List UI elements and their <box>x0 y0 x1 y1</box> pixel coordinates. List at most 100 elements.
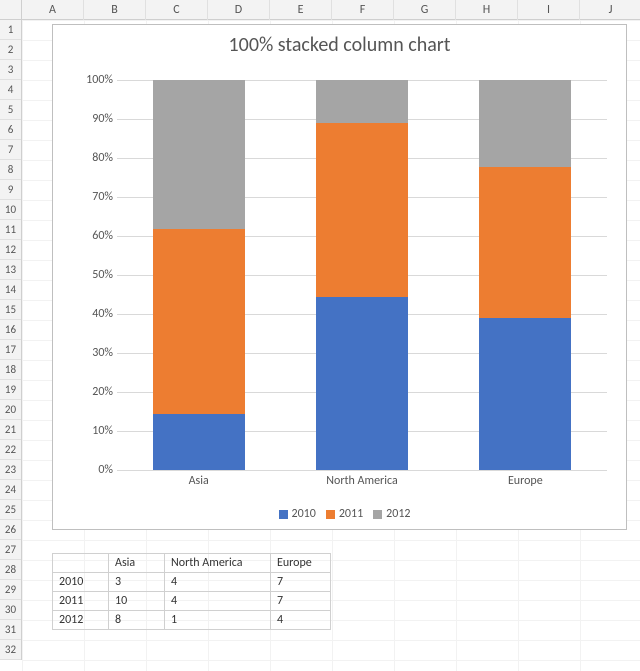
select-all-corner[interactable] <box>0 0 22 20</box>
table-header-cell[interactable]: Europe <box>271 554 331 573</box>
row-header[interactable]: 5 <box>0 100 21 120</box>
cell-grid[interactable]: 100% stacked column chart 0%10%20%30%40%… <box>22 20 640 671</box>
x-tick-label: North America <box>280 474 443 488</box>
row-header[interactable]: 28 <box>0 560 21 580</box>
row-header[interactable]: 25 <box>0 500 21 520</box>
table-row: 2011 10 4 7 <box>53 592 331 611</box>
col-header[interactable]: J <box>580 0 640 20</box>
row-header[interactable]: 12 <box>0 240 21 260</box>
row-header[interactable]: 17 <box>0 340 21 360</box>
legend-swatch <box>279 510 288 519</box>
table-row: 2010 3 4 7 <box>53 573 331 592</box>
bar-segment-2011[interactable] <box>479 167 571 319</box>
col-header[interactable]: A <box>22 0 84 20</box>
row-header[interactable]: 31 <box>0 620 21 640</box>
row-header[interactable]: 6 <box>0 120 21 140</box>
col-header[interactable]: H <box>456 0 518 20</box>
cell[interactable]: 7 <box>271 573 331 592</box>
y-tick-label: 20% <box>69 385 113 399</box>
legend-swatch <box>373 510 382 519</box>
table-header-cell[interactable]: Asia <box>109 554 165 573</box>
bar-segment-2011[interactable] <box>316 123 408 296</box>
cell[interactable]: 2012 <box>53 611 109 630</box>
legend-label[interactable]: 2010 <box>292 507 316 521</box>
col-header[interactable]: E <box>270 0 332 20</box>
bar-segment-2012[interactable] <box>479 80 571 167</box>
legend[interactable]: 2010 2011 2012 <box>53 507 626 521</box>
table-header-row: Asia North America Europe <box>53 554 331 573</box>
row-header[interactable]: 15 <box>0 300 21 320</box>
col-header[interactable]: C <box>146 0 208 20</box>
plot-area: 0%10%20%30%40%50%60%70%80%90%100% <box>117 80 607 470</box>
row-header[interactable]: 23 <box>0 460 21 480</box>
y-tick-label: 40% <box>69 307 113 321</box>
row-header[interactable]: 7 <box>0 140 21 160</box>
cell[interactable]: 2010 <box>53 573 109 592</box>
row-headers: 1234567891011121314151617181920212223242… <box>0 20 22 660</box>
row-header[interactable]: 3 <box>0 60 21 80</box>
stacked-bar[interactable] <box>153 80 245 470</box>
spreadsheet: A B C D E F G H I J 12345678910111213141… <box>0 0 640 671</box>
legend-label[interactable]: 2012 <box>386 507 410 521</box>
cell[interactable]: 4 <box>165 592 271 611</box>
row-header[interactable]: 14 <box>0 280 21 300</box>
row-header[interactable]: 8 <box>0 160 21 180</box>
cell[interactable]: 7 <box>271 592 331 611</box>
bar-segment-2010[interactable] <box>316 297 408 470</box>
chart-object[interactable]: 100% stacked column chart 0%10%20%30%40%… <box>52 24 627 530</box>
row-header[interactable]: 30 <box>0 600 21 620</box>
table-header-cell[interactable]: North America <box>165 554 271 573</box>
row-header[interactable]: 27 <box>0 540 21 560</box>
column-headers: A B C D E F G H I J <box>0 0 640 20</box>
cell[interactable]: 3 <box>109 573 165 592</box>
col-header[interactable]: B <box>84 0 146 20</box>
row-header[interactable]: 21 <box>0 420 21 440</box>
row-header[interactable]: 16 <box>0 320 21 340</box>
cell[interactable]: 1 <box>165 611 271 630</box>
row-header[interactable]: 11 <box>0 220 21 240</box>
cell[interactable]: 10 <box>109 592 165 611</box>
stacked-bar[interactable] <box>316 80 408 470</box>
source-data-table[interactable]: Asia North America Europe 2010 3 4 7 201… <box>52 553 331 630</box>
row-header[interactable]: 1 <box>0 20 21 40</box>
row-header[interactable]: 32 <box>0 640 21 660</box>
row-header[interactable]: 29 <box>0 580 21 600</box>
bar-segment-2010[interactable] <box>479 318 571 470</box>
cell[interactable]: 2011 <box>53 592 109 611</box>
row-header[interactable]: 22 <box>0 440 21 460</box>
bar-segment-2010[interactable] <box>153 414 245 470</box>
row-header[interactable]: 26 <box>0 520 21 540</box>
cell[interactable]: 8 <box>109 611 165 630</box>
bar-segment-2012[interactable] <box>316 80 408 123</box>
y-tick-label: 90% <box>69 112 113 126</box>
y-tick-label: 80% <box>69 151 113 165</box>
x-tick-label: Asia <box>117 474 280 488</box>
row-header[interactable]: 4 <box>0 80 21 100</box>
bar-slot <box>117 80 280 470</box>
y-tick-label: 0% <box>69 463 113 477</box>
col-header[interactable]: G <box>394 0 456 20</box>
row-header[interactable]: 24 <box>0 480 21 500</box>
legend-label[interactable]: 2011 <box>339 507 363 521</box>
row-header[interactable]: 2 <box>0 40 21 60</box>
cell[interactable]: 4 <box>271 611 331 630</box>
row-header[interactable]: 13 <box>0 260 21 280</box>
stacked-bar[interactable] <box>479 80 571 470</box>
cell[interactable]: 4 <box>165 573 271 592</box>
bar-slot <box>280 80 443 470</box>
col-header[interactable]: D <box>208 0 270 20</box>
y-tick-label: 70% <box>69 190 113 204</box>
row-header[interactable]: 18 <box>0 360 21 380</box>
chart-title[interactable]: 100% stacked column chart <box>53 33 626 57</box>
row-header[interactable]: 20 <box>0 400 21 420</box>
col-header[interactable]: F <box>332 0 394 20</box>
bar-segment-2011[interactable] <box>153 229 245 415</box>
row-header[interactable]: 9 <box>0 180 21 200</box>
bar-slot <box>444 80 607 470</box>
row-header[interactable]: 10 <box>0 200 21 220</box>
bar-segment-2012[interactable] <box>153 80 245 229</box>
table-header-cell[interactable] <box>53 554 109 573</box>
legend-swatch <box>326 510 335 519</box>
row-header[interactable]: 19 <box>0 380 21 400</box>
col-header[interactable]: I <box>518 0 580 20</box>
